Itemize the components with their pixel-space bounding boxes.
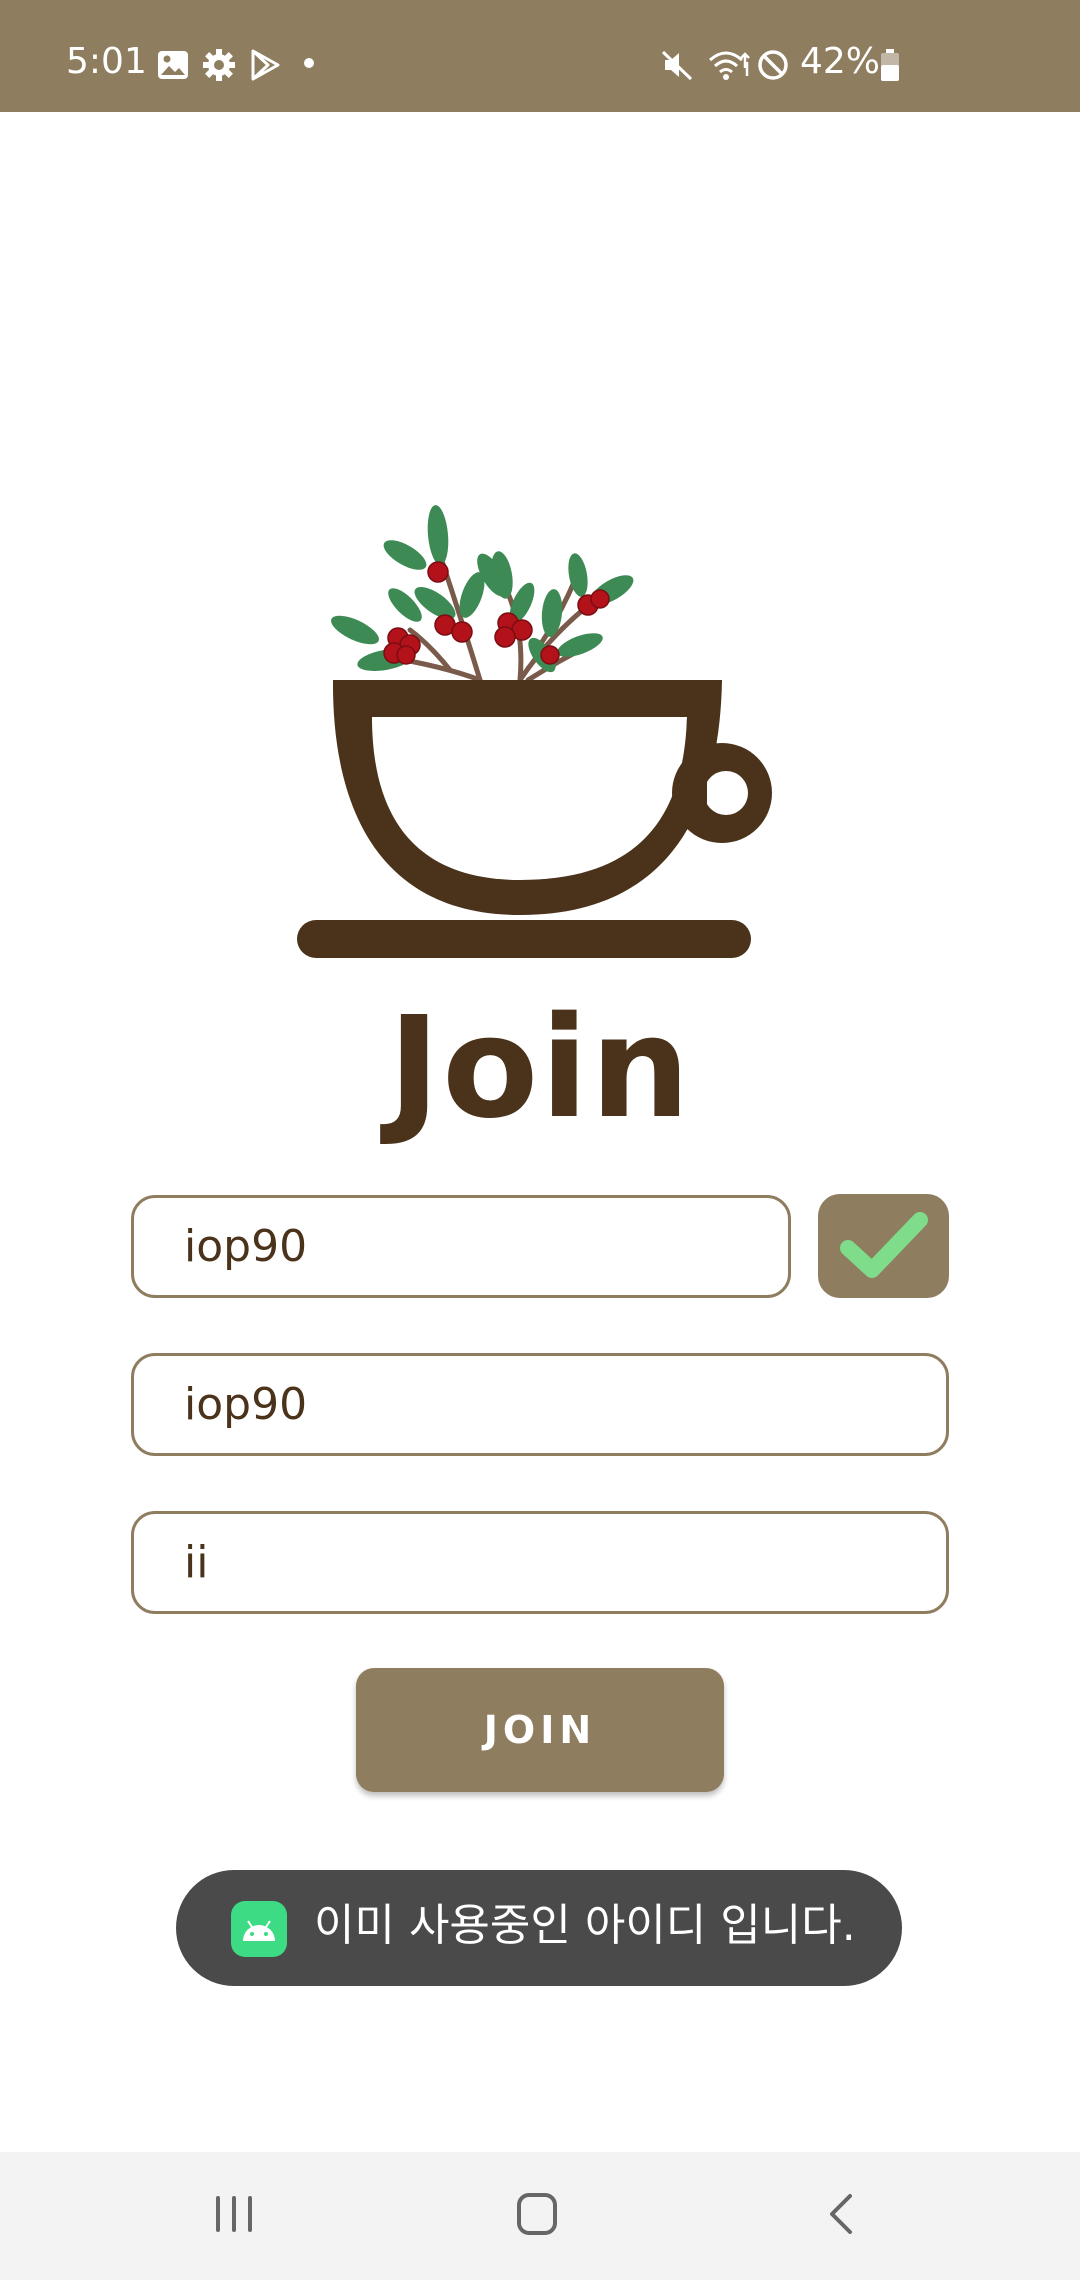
toast-text: 이미 사용중인 아이디 입니다. xyxy=(314,1900,856,1951)
id-check-button[interactable] xyxy=(818,1194,949,1298)
notification-dot-icon xyxy=(302,56,316,70)
home-icon xyxy=(517,2193,557,2235)
battery-icon xyxy=(878,48,902,82)
checkmark-icon xyxy=(840,1212,928,1278)
name-input[interactable] xyxy=(134,1514,946,1611)
play-store-icon xyxy=(248,48,282,82)
mute-icon xyxy=(660,48,694,82)
status-bar: 5:01 42% xyxy=(0,0,1080,112)
status-time: 5:01 xyxy=(66,41,147,82)
home-button[interactable] xyxy=(498,2182,578,2252)
toast-message: 이미 사용중인 아이디 입니다. xyxy=(176,1870,902,1986)
id-field[interactable] xyxy=(131,1195,791,1298)
back-icon xyxy=(830,2194,852,2234)
image-icon xyxy=(156,48,190,82)
join-button[interactable]: JOIN xyxy=(356,1668,724,1792)
navigation-bar xyxy=(0,2152,1080,2280)
back-button[interactable] xyxy=(800,2182,880,2252)
page-title: Join xyxy=(388,987,692,1150)
coffee-cup-logo xyxy=(290,495,790,965)
recent-apps-button[interactable] xyxy=(196,2182,276,2252)
name-field[interactable] xyxy=(131,1511,949,1614)
password-field[interactable] xyxy=(131,1353,949,1456)
android-app-icon xyxy=(231,1901,287,1957)
password-input[interactable] xyxy=(134,1356,946,1453)
battery-percent: 42% xyxy=(800,41,881,82)
do-not-disturb-icon xyxy=(756,48,790,82)
wifi-icon xyxy=(708,48,752,82)
settings-gear-icon xyxy=(202,48,236,82)
recent-apps-icon xyxy=(216,2196,252,2232)
id-input[interactable] xyxy=(134,1198,788,1295)
